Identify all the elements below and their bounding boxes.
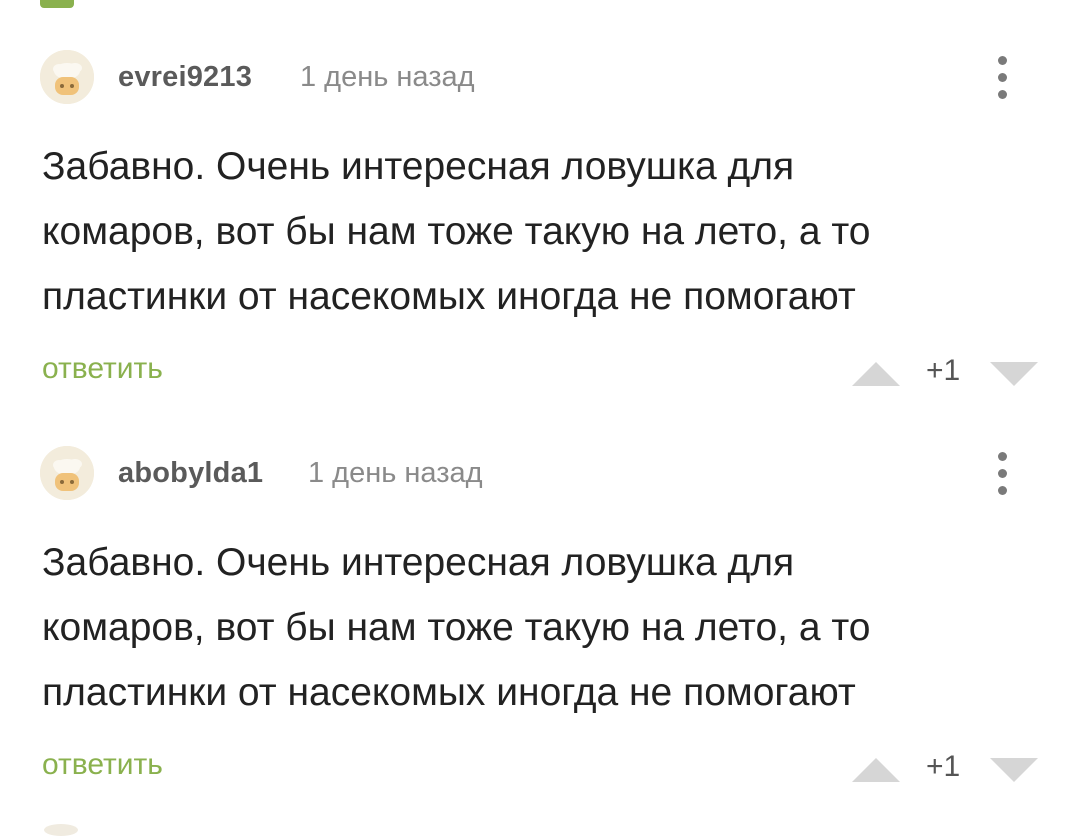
triangle-up-icon[interactable] bbox=[850, 756, 902, 784]
avatar[interactable] bbox=[40, 50, 94, 104]
comment-author[interactable]: abobylda1 bbox=[118, 457, 263, 490]
triangle-up-icon[interactable] bbox=[850, 360, 902, 388]
triangle-down-icon[interactable] bbox=[988, 756, 1040, 784]
comment-rating: +1 bbox=[926, 354, 961, 387]
avatar[interactable] bbox=[40, 446, 94, 500]
default-avatar-icon bbox=[40, 50, 94, 104]
comment-timestamp: 1 день назад bbox=[308, 457, 483, 489]
triangle-down-icon[interactable] bbox=[988, 360, 1040, 388]
comment-text-line: пластинки от насекомых иногда не помогаю… bbox=[42, 275, 856, 318]
comment-text: Забавно. Очень интересная ловушка для ко… bbox=[42, 134, 1032, 329]
reply-button[interactable]: ответить bbox=[42, 748, 163, 782]
reply-button[interactable]: ответить bbox=[42, 352, 163, 386]
comment-rating-controls: +1 bbox=[850, 354, 1050, 394]
more-vertical-icon[interactable] bbox=[996, 450, 1008, 498]
default-avatar-icon bbox=[40, 446, 94, 500]
comment-text-line: комаров, вот бы нам тоже такую на лето, … bbox=[42, 210, 871, 253]
comment-rating: +1 bbox=[926, 750, 961, 783]
comment-author[interactable]: evrei9213 bbox=[118, 61, 252, 94]
comment-text: Забавно. Очень интересная ловушка для ко… bbox=[42, 530, 1032, 725]
comment-text-line: Забавно. Очень интересная ловушка для bbox=[42, 145, 795, 188]
next-comment-avatar-cutoff bbox=[44, 824, 78, 836]
more-vertical-icon[interactable] bbox=[996, 54, 1008, 102]
comment-timestamp: 1 день назад bbox=[300, 61, 475, 93]
comment-rating-controls: +1 bbox=[850, 750, 1050, 790]
comment-text-line: комаров, вот бы нам тоже такую на лето, … bbox=[42, 606, 871, 649]
comment-header: evrei9213 1 день назад bbox=[40, 48, 1040, 106]
previous-comment-badge bbox=[40, 0, 74, 8]
comment-text-line: пластинки от насекомых иногда не помогаю… bbox=[42, 671, 856, 714]
previous-comment-cutoff bbox=[40, 0, 460, 8]
comment-header: abobylda1 1 день назад bbox=[40, 444, 1040, 502]
comment-text-line: Забавно. Очень интересная ловушка для bbox=[42, 541, 795, 584]
